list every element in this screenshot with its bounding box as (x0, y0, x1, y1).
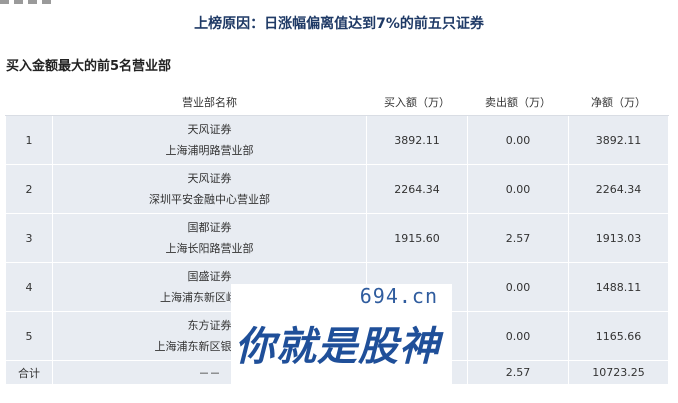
table-header-row: 营业部名称 买入额（万） 卖出额（万） 净额（万） (5, 88, 669, 116)
net-amount-cell: 1165.66 (568, 311, 669, 361)
buy-amount-cell: 3892.11 (366, 115, 468, 165)
branch-name: 上海长阳路营业部 (165, 242, 254, 255)
sell-amount-cell: 2.57 (467, 213, 569, 263)
rank-cell: 5 (5, 311, 53, 361)
watermark-url: 694.cn (359, 284, 438, 308)
branch-cell[interactable]: 国都证券 上海长阳路营业部 (52, 213, 367, 263)
branch-cell[interactable]: 天风证券 上海浦明路营业部 (52, 115, 367, 165)
branch-name: 上海浦明路营业部 (165, 144, 254, 157)
net-amount-cell: 2264.34 (568, 164, 669, 214)
sell-amount-cell: 0.00 (467, 164, 569, 214)
sell-amount-cell: 0.00 (467, 115, 569, 165)
branch-cell[interactable]: 天风证券 深圳平安金融中心营业部 (52, 164, 367, 214)
watermark-slogan: 你就是股神 (235, 324, 440, 370)
sell-amount-cell: 0.00 (467, 262, 569, 312)
listing-reason-title: 上榜原因：日涨幅偏离值达到7%的前五只证券 (194, 16, 484, 32)
rank-cell: 1 (5, 115, 53, 165)
column-header-rank (5, 88, 53, 116)
total-sell-cell: 2.57 (467, 360, 569, 385)
broker-name: 天风证券 (187, 123, 232, 136)
rank-cell: 3 (5, 213, 53, 263)
column-header-net: 净额（万） (568, 88, 669, 116)
column-header-buy: 买入额（万） (366, 88, 468, 116)
rank-cell: 4 (5, 262, 53, 312)
buy-amount-cell: 1915.60 (366, 213, 468, 263)
total-net-cell: 10723.25 (568, 360, 669, 385)
rank-cell: 2 (5, 164, 53, 214)
total-label: 合计 (5, 360, 53, 385)
column-header-sell: 卖出额（万） (467, 88, 569, 116)
section-title: 买入金额最大的前5名营业部 (6, 59, 172, 74)
broker-name: 天风证券 (187, 172, 232, 185)
buy-amount-cell: 2264.34 (366, 164, 468, 214)
broker-name: 国都证券 (187, 221, 232, 234)
branch-name: 深圳平安金融中心营业部 (149, 193, 270, 206)
column-header-branch: 营业部名称 (52, 88, 367, 116)
net-amount-cell: 3892.11 (568, 115, 669, 165)
table-row: 1 天风证券 上海浦明路营业部 3892.11 0.00 3892.11 (5, 115, 669, 165)
top-tab-remnant (0, 0, 60, 6)
table-row: 2 天风证券 深圳平安金融中心营业部 2264.34 0.00 2264.34 (5, 164, 669, 214)
site-watermark: 694.cn 你就是股神 (231, 284, 452, 398)
sell-amount-cell: 0.00 (467, 311, 569, 361)
net-amount-cell: 1488.11 (568, 262, 669, 312)
net-amount-cell: 1913.03 (568, 213, 669, 263)
table-row: 3 国都证券 上海长阳路营业部 1915.60 2.57 1913.03 (5, 213, 669, 263)
